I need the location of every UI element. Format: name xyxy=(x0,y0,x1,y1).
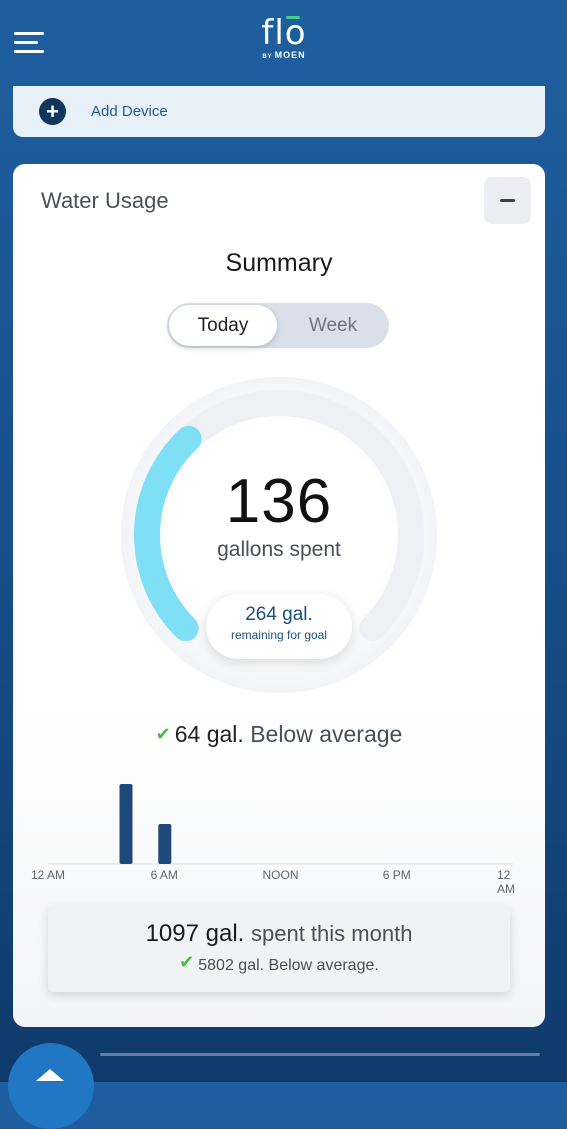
comparison-value: 64 gal. xyxy=(174,721,244,747)
comparison-text: Below average xyxy=(250,721,403,747)
x-tick-label: 12 AM xyxy=(30,868,66,882)
tab-today[interactable]: Today xyxy=(169,305,277,346)
daily-comparison: ✔ 64 gal. Below average xyxy=(13,721,545,748)
menu-icon[interactable] xyxy=(14,30,44,56)
chevron-down-icon: ✔ xyxy=(155,724,171,744)
collapse-button[interactable] xyxy=(484,177,531,224)
summary-title: Summary xyxy=(225,249,333,277)
bottom-panel-edge xyxy=(100,1053,540,1056)
tab-week[interactable]: Week xyxy=(279,305,387,346)
home-icon xyxy=(36,1069,64,1081)
x-tick-label: 6 PM xyxy=(382,868,411,882)
logo-wordmark: flo xyxy=(244,14,324,52)
month-comparison: 5802 gal. Below average. xyxy=(198,957,379,974)
remaining-value: 264 gal. xyxy=(245,604,313,625)
gallons-spent-value: 136 xyxy=(225,467,333,536)
chart-bar xyxy=(119,784,133,864)
month-text: spent this month xyxy=(251,921,413,946)
monthly-summary: 1097 gal. spent this month ✔ 5802 gal. Be… xyxy=(48,906,510,992)
flo-logo: flo BY MOEN xyxy=(244,14,324,70)
gallons-spent-label: gallons spent xyxy=(217,538,341,561)
remaining-goal-badge: 264 gal. remaining for goal xyxy=(206,594,352,659)
month-value: 1097 gal. xyxy=(145,920,245,947)
x-tick-label: NOON xyxy=(262,868,299,882)
plus-icon: + xyxy=(39,98,66,125)
water-usage-card: Water Usage Summary Today Week 136 gallo… xyxy=(13,164,545,1027)
chevron-down-icon: ✔ xyxy=(179,952,195,972)
month-total: 1097 gal. spent this month xyxy=(48,920,510,948)
add-device-label: Add Device xyxy=(91,103,168,120)
app-header: flo BY MOEN xyxy=(0,0,567,80)
period-toggle: Today Week xyxy=(167,303,389,348)
home-button[interactable] xyxy=(8,1043,94,1129)
month-comparison-row: ✔ 5802 gal. Below average. xyxy=(48,952,510,975)
card-title: Water Usage xyxy=(41,188,169,213)
x-tick-label: 6 AM xyxy=(150,868,178,882)
add-device-button[interactable]: + Add Device xyxy=(13,86,545,137)
x-tick-label: 12 AM xyxy=(497,868,515,896)
chart-bar xyxy=(158,824,172,864)
chart-x-axis: 12 AM 6 AM NOON 6 PM 12 AM xyxy=(13,868,545,896)
remaining-label: remaining for goal xyxy=(230,628,328,642)
